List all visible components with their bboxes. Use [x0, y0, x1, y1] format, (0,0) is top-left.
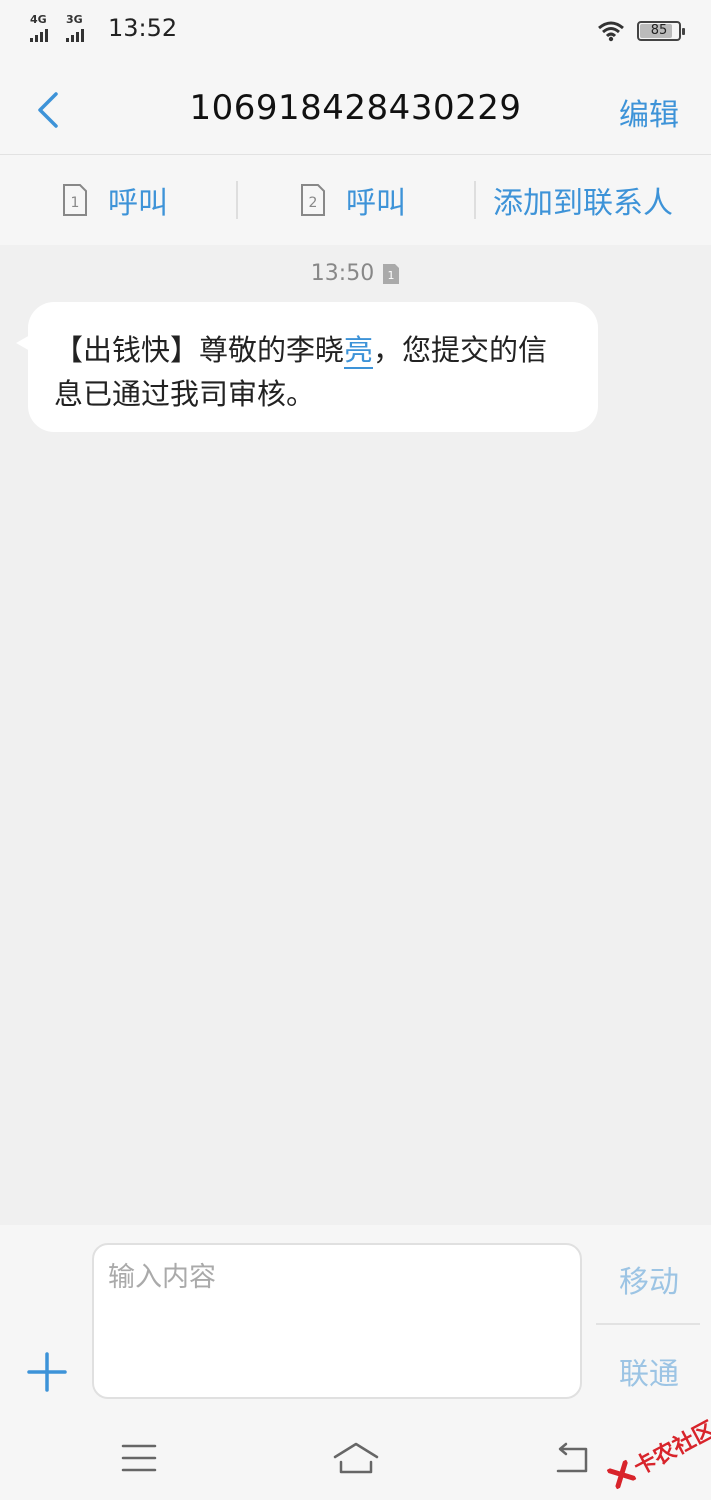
message-highlight-link[interactable]: 亮	[344, 333, 374, 369]
network-type-2: 3G	[66, 13, 83, 26]
status-left: 4G 3G 13:52	[30, 14, 177, 42]
call-sim1-label: 呼叫	[108, 186, 168, 221]
divider	[596, 1323, 700, 1325]
sim-number: 2	[309, 195, 318, 211]
home-icon[interactable]	[332, 1441, 380, 1475]
divider	[474, 181, 476, 219]
contact-actions: 1 呼叫 2 呼叫 添加到联系人	[0, 155, 711, 245]
system-nav-bar	[0, 1425, 711, 1500]
menu-icon[interactable]	[120, 1441, 158, 1475]
message-input[interactable]: 输入内容	[92, 1243, 582, 1399]
add-contact-button[interactable]: 添加到联系人	[493, 155, 673, 245]
send-sim1-button[interactable]: 移动	[619, 1257, 679, 1301]
status-right: 85	[597, 20, 685, 42]
call-sim2-label: 呼叫	[346, 186, 406, 221]
plus-icon[interactable]	[26, 1351, 68, 1393]
status-bar: 4G 3G 13:52 85	[0, 0, 711, 64]
signal-sim2: 3G	[66, 14, 96, 42]
sim-card-icon: 1	[63, 184, 87, 216]
sim-number: 1	[71, 195, 80, 211]
call-sim1-button[interactable]: 1 呼叫	[62, 155, 168, 245]
page-title: 106918428430229	[189, 88, 522, 128]
add-contact-label: 添加到联系人	[493, 186, 673, 221]
divider	[236, 181, 238, 219]
message-list[interactable]: 13:50 1 【出钱快】尊敬的李晓亮，您提交的信息已通过我司审核。	[0, 245, 711, 1225]
wifi-icon	[598, 21, 624, 42]
message-text-start: 【出钱快】尊敬的李晓	[54, 333, 345, 367]
conversation-header: 106918428430229 编辑	[0, 64, 711, 155]
network-type-1: 4G	[30, 13, 47, 26]
signal-bars-icon	[66, 29, 84, 42]
edit-button[interactable]: 编辑	[619, 90, 679, 134]
sim-badge-icon: 1	[383, 263, 400, 284]
message-timestamp-row: 13:50 1	[0, 261, 711, 286]
call-sim2-button[interactable]: 2 呼叫	[300, 155, 406, 245]
signal-sim1: 4G	[30, 14, 60, 42]
message-timestamp: 13:50	[310, 261, 375, 286]
send-sim2-button[interactable]: 联通	[619, 1349, 679, 1393]
clock: 13:52	[108, 14, 178, 42]
battery-percent: 85	[650, 23, 668, 38]
battery-icon: 85	[637, 21, 685, 41]
sim-badge-number: 1	[388, 269, 395, 282]
back-nav-icon[interactable]	[552, 1441, 592, 1475]
composer-bar: 输入内容 移动 联通	[0, 1225, 711, 1425]
sim-card-icon: 2	[301, 184, 325, 216]
incoming-message-bubble[interactable]: 【出钱快】尊敬的李晓亮，您提交的信息已通过我司审核。	[28, 302, 598, 432]
signal-bars-icon	[30, 29, 48, 42]
